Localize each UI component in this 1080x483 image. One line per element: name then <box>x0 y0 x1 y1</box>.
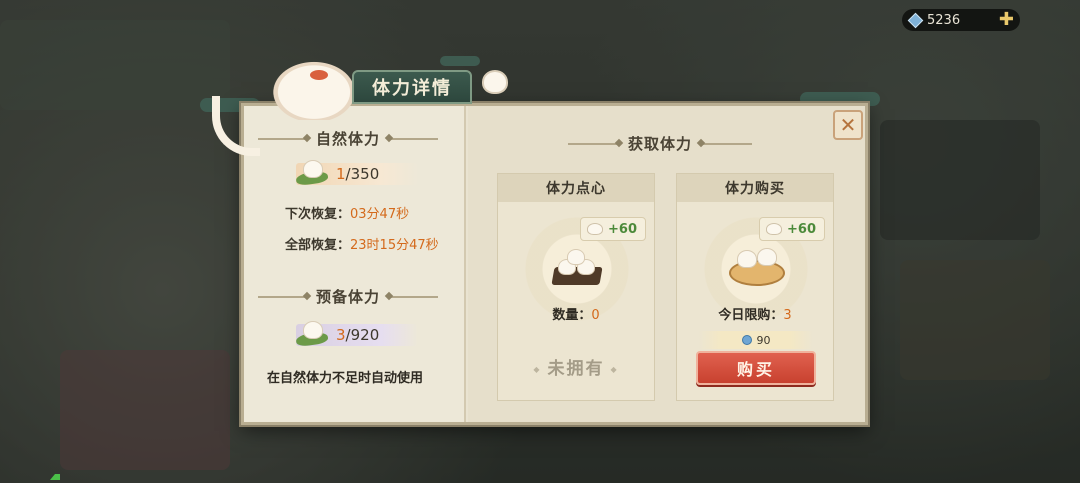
dialog-title: 体力详情 <box>352 70 472 104</box>
buy-button[interactable]: 购买 <box>696 351 816 385</box>
snack-dumplings-icon <box>551 249 603 289</box>
snack-gain-tag: +60 <box>580 217 646 241</box>
ornament-line <box>568 142 620 145</box>
snack-gain-value: +60 <box>608 221 637 237</box>
reserve-stamina-max: /920 <box>345 326 380 344</box>
close-icon: ✕ <box>839 113 857 137</box>
purchase-limit-label: 今日限购： <box>718 308 784 323</box>
cloud-ornament <box>440 56 480 66</box>
next-recover-line: 下次恢复：03分47秒 <box>285 203 409 222</box>
steamer-basket-icon <box>727 240 787 290</box>
purchase-daily-limit: 今日限购：3 <box>677 304 833 323</box>
natural-stamina-max: /350 <box>345 165 380 183</box>
purchase-limit-value: 3 <box>783 308 792 323</box>
ornament-line <box>258 137 308 140</box>
natural-stamina-title: 自然体力 <box>316 130 381 148</box>
natural-stamina-current: 1 <box>336 165 346 183</box>
next-recover-value: 03分47秒 <box>350 207 410 222</box>
ornament-line <box>388 295 439 298</box>
reserve-auto-use-note: 在自然体力不足时自动使用 <box>267 371 424 386</box>
purchase-gain-value: +60 <box>787 221 816 237</box>
obtain-stamina-title: 获取体力 <box>628 135 693 153</box>
full-recover-value: 23时15分47秒 <box>350 238 439 253</box>
full-recover-line: 全部恢复：23时15分47秒 <box>285 234 439 253</box>
plus-icon[interactable]: ✚ <box>999 11 1014 29</box>
dumpling-icon <box>295 160 329 187</box>
reserve-stamina-title: 预备体力 <box>316 288 381 306</box>
ornament-line <box>700 142 753 145</box>
snack-card-title: 体力点心 <box>498 174 654 202</box>
snack-quantity-label: 数量： <box>552 308 592 323</box>
next-recover-label: 下次恢复： <box>285 207 351 222</box>
currency-amount: 5236 <box>927 12 961 28</box>
ornament-line <box>388 137 439 140</box>
close-button[interactable]: ✕ <box>833 110 863 140</box>
signal-icon <box>50 472 60 480</box>
snack-quantity-value: 0 <box>591 308 600 323</box>
natural-stamina-heading: 自然体力 <box>258 128 439 149</box>
snack-not-owned-status: 未拥有 <box>498 354 654 379</box>
dumpling-icon <box>587 223 603 235</box>
mascot-nose <box>310 70 328 80</box>
full-recover-label: 全部恢复： <box>285 238 351 253</box>
bun-mascot-icon <box>482 70 508 94</box>
currency-display: 5236 ✚ <box>902 9 1020 31</box>
mascot-creature <box>268 58 360 120</box>
stamina-purchase-card: 体力购买 +60 今日限购：3 90 购买 <box>676 173 834 401</box>
reserve-stamina-heading: 预备体力 <box>258 286 439 307</box>
purchase-price-value: 90 <box>756 333 771 347</box>
reserve-stamina-current: 3 <box>336 326 346 344</box>
purchase-price: 90 <box>699 331 813 349</box>
gem-icon <box>907 12 924 28</box>
gem-icon <box>741 335 752 345</box>
stamina-snack-card[interactable]: 体力点心 +60 数量：0 未拥有 <box>497 173 655 401</box>
dumpling-icon <box>295 321 329 348</box>
snack-quantity: 数量：0 <box>498 304 654 323</box>
dumpling-icon <box>766 223 782 235</box>
purchase-gain-tag: +60 <box>759 217 825 241</box>
obtain-stamina-heading: 获取体力 <box>568 133 753 154</box>
purchase-card-title: 体力购买 <box>677 174 833 202</box>
ornament-line <box>258 295 308 298</box>
